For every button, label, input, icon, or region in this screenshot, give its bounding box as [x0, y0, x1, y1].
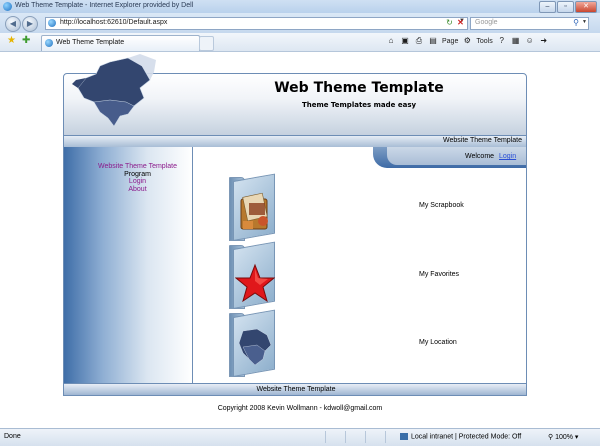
- command-bar: ★ ✚ Web Theme Template ⌂ ▣ ⎙ ▤ Page ⚙ To…: [0, 33, 600, 52]
- site-subtitle: Theme Templates made easy: [301, 101, 417, 109]
- map-folder-icon: [238, 328, 272, 366]
- sidebar-menu: Website Theme Template Program Login Abo…: [90, 163, 185, 193]
- close-button[interactable]: ✕: [575, 1, 597, 13]
- home-icon[interactable]: ⌂: [386, 36, 396, 46]
- login-link[interactable]: Login: [499, 153, 516, 160]
- favorites-icon[interactable]: ★: [7, 35, 16, 46]
- tab-web-theme-template[interactable]: Web Theme Template: [41, 35, 200, 51]
- tools-menu-icon: ⚙: [463, 36, 471, 45]
- location-label[interactable]: My Location: [419, 339, 457, 346]
- messenger-icon[interactable]: ☺: [525, 36, 535, 46]
- welcome-panel: Welcome Login: [373, 147, 526, 168]
- address-bar: ◀ ▶ http://localhost:62610/Default.aspx …: [0, 13, 600, 33]
- scrapbook-folder-icon: [240, 192, 268, 230]
- page-menu-icon: ▤: [429, 36, 437, 45]
- feeds-icon[interactable]: ▣: [400, 36, 410, 46]
- location-item[interactable]: My Location: [229, 309, 457, 377]
- restore-button[interactable]: ▫: [557, 1, 574, 13]
- copyright-text: Copyright 2008 Kevin Wollmann - kdwoll@g…: [217, 405, 383, 412]
- research-icon[interactable]: ▦: [511, 36, 521, 46]
- zoom-text: 100%: [555, 434, 573, 441]
- help-icon[interactable]: ?: [497, 36, 507, 46]
- menu-item-about[interactable]: About: [90, 186, 185, 194]
- tab-title: Web Theme Template: [56, 39, 125, 46]
- add-favorites-icon[interactable]: ✚: [22, 35, 30, 46]
- page-icon: [48, 19, 56, 27]
- status-bar: Done Local intranet | Protected Mode: Of…: [0, 428, 600, 446]
- tools-menu-button[interactable]: Tools: [476, 38, 492, 45]
- site-header: Web Theme Template Theme Templates made …: [63, 54, 527, 136]
- footer-label: Website Theme Template: [256, 386, 336, 393]
- url-input[interactable]: http://localhost:62610/Default.aspx ▼: [45, 17, 468, 30]
- favorites-label[interactable]: My Favorites: [419, 271, 459, 278]
- ie-logo-icon: [3, 2, 12, 11]
- sidebar: Website Theme Template Program Login Abo…: [63, 147, 193, 383]
- page-menu-button[interactable]: Page: [442, 38, 458, 45]
- intranet-icon: [400, 433, 408, 440]
- main-content: Welcome Login My Scrapbook My Favorites …: [193, 147, 527, 383]
- window-title: Web Theme Template - Internet Explorer p…: [15, 2, 194, 9]
- stop-icon[interactable]: ✕: [455, 17, 466, 28]
- scrapbook-label[interactable]: My Scrapbook: [419, 202, 464, 209]
- header-strip: Website Theme Template: [63, 136, 527, 147]
- star-folder-icon: [235, 263, 275, 303]
- back-button[interactable]: ◀: [5, 16, 21, 32]
- tab-page-icon: [45, 39, 53, 47]
- url-text: http://localhost:62610/Default.aspx: [60, 19, 168, 26]
- north-america-map-icon: [72, 54, 156, 127]
- minimize-button[interactable]: –: [539, 1, 556, 13]
- footer-strip: Website Theme Template: [63, 383, 527, 396]
- new-tab-button[interactable]: [199, 36, 214, 51]
- menu-item-login[interactable]: Login: [90, 178, 185, 186]
- menu-item-website-theme-template[interactable]: Website Theme Template: [90, 163, 185, 171]
- scrapbook-item[interactable]: My Scrapbook: [229, 173, 464, 241]
- search-input[interactable]: Google ⚲ ▼: [470, 17, 589, 30]
- menu-item-program[interactable]: Program: [90, 171, 185, 179]
- site-container: Web Theme Template Theme Templates made …: [63, 54, 527, 396]
- window-titlebar: Web Theme Template - Internet Explorer p…: [0, 0, 600, 14]
- search-icon[interactable]: ⚲: [573, 18, 579, 27]
- security-zone[interactable]: Local intranet | Protected Mode: Off: [400, 433, 521, 440]
- strip-label: Website Theme Template: [443, 137, 522, 144]
- search-placeholder: Google: [475, 19, 498, 26]
- favorites-item[interactable]: My Favorites: [229, 241, 459, 309]
- forward-button[interactable]: ▶: [22, 16, 38, 32]
- go-icon[interactable]: ➜: [539, 36, 549, 46]
- welcome-text: Welcome: [465, 153, 495, 160]
- print-icon[interactable]: ⎙: [414, 36, 424, 46]
- site-title: Web Theme Template: [274, 80, 444, 96]
- zoom-level[interactable]: ⚲ 100% ▾: [548, 433, 578, 441]
- status-text: Done: [4, 433, 21, 440]
- refresh-icon[interactable]: ↻: [444, 17, 455, 28]
- search-dropdown-icon[interactable]: ▼: [582, 19, 587, 25]
- zone-text: Local intranet | Protected Mode: Off: [411, 433, 522, 441]
